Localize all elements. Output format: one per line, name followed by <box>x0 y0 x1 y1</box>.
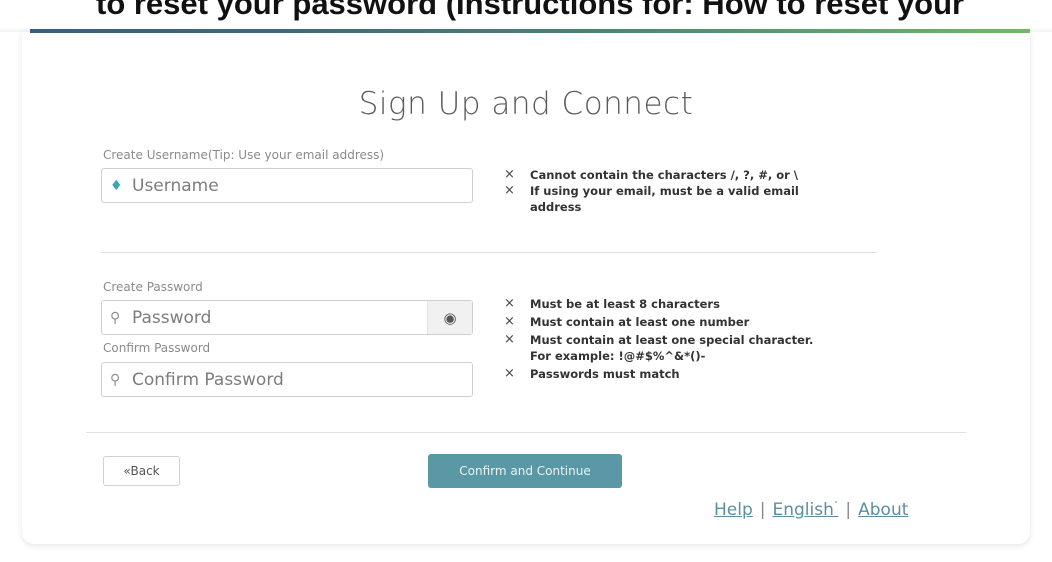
gem-icon: ♦ <box>110 177 123 194</box>
username-field[interactable]: ♦ <box>101 168 473 203</box>
caret-icon: ˇ <box>833 501 839 512</box>
confirm-password-input[interactable] <box>128 369 472 390</box>
confirm-and-continue-button[interactable]: Confirm and Continue <box>428 454 622 488</box>
back-button[interactable]: «Back <box>103 456 180 486</box>
footer-links: Help | Englishˇ | About <box>714 500 909 520</box>
password-field[interactable]: ⚲ ◉ <box>101 300 473 335</box>
password-label: Create Password <box>103 280 203 294</box>
confirm-password-field[interactable]: ⚲ <box>101 362 473 397</box>
password-rule: × Must be at least 8 characters <box>504 296 720 311</box>
password-rules: × Must be at least 8 characters × Must c… <box>500 296 920 382</box>
password-input[interactable] <box>128 307 427 328</box>
help-link[interactable]: Help <box>714 500 753 520</box>
username-rules: × Cannot contain the characters /, ?, #,… <box>500 167 880 215</box>
language-selector[interactable]: Englishˇ <box>773 500 839 520</box>
key-icon: ⚲ <box>110 309 121 326</box>
key-icon: ⚲ <box>110 371 121 388</box>
password-rule: × Must contain at least one number <box>504 314 750 329</box>
about-link[interactable]: About <box>858 500 908 520</box>
card-top-accent <box>30 29 1030 33</box>
close-icon: × <box>504 167 515 182</box>
username-label: Create Username(Tip: Use your email addr… <box>103 148 385 162</box>
close-icon: × <box>504 366 515 381</box>
username-rule: × If using your email, must be a valid e… <box>504 183 799 214</box>
password-rule: × Passwords must match <box>504 366 680 381</box>
page-title: Sign Up and Connect <box>358 86 694 122</box>
close-icon: × <box>504 296 515 311</box>
instructions-banner: to reset your password (Instructions for… <box>0 0 1052 32</box>
actions-divider <box>86 432 966 433</box>
close-icon: × <box>504 314 515 329</box>
close-icon: × <box>504 183 515 198</box>
close-icon: × <box>504 332 515 347</box>
banner-text: to reset your password (Instructions for… <box>96 0 965 21</box>
username-rule: × Cannot contain the characters /, ?, #,… <box>504 167 798 182</box>
password-rule: × Must contain at least one special char… <box>504 332 814 363</box>
eye-icon[interactable]: ◉ <box>427 301 472 334</box>
section-divider <box>101 252 877 253</box>
username-input[interactable] <box>128 175 472 196</box>
confirm-password-label: Confirm Password <box>103 341 211 355</box>
